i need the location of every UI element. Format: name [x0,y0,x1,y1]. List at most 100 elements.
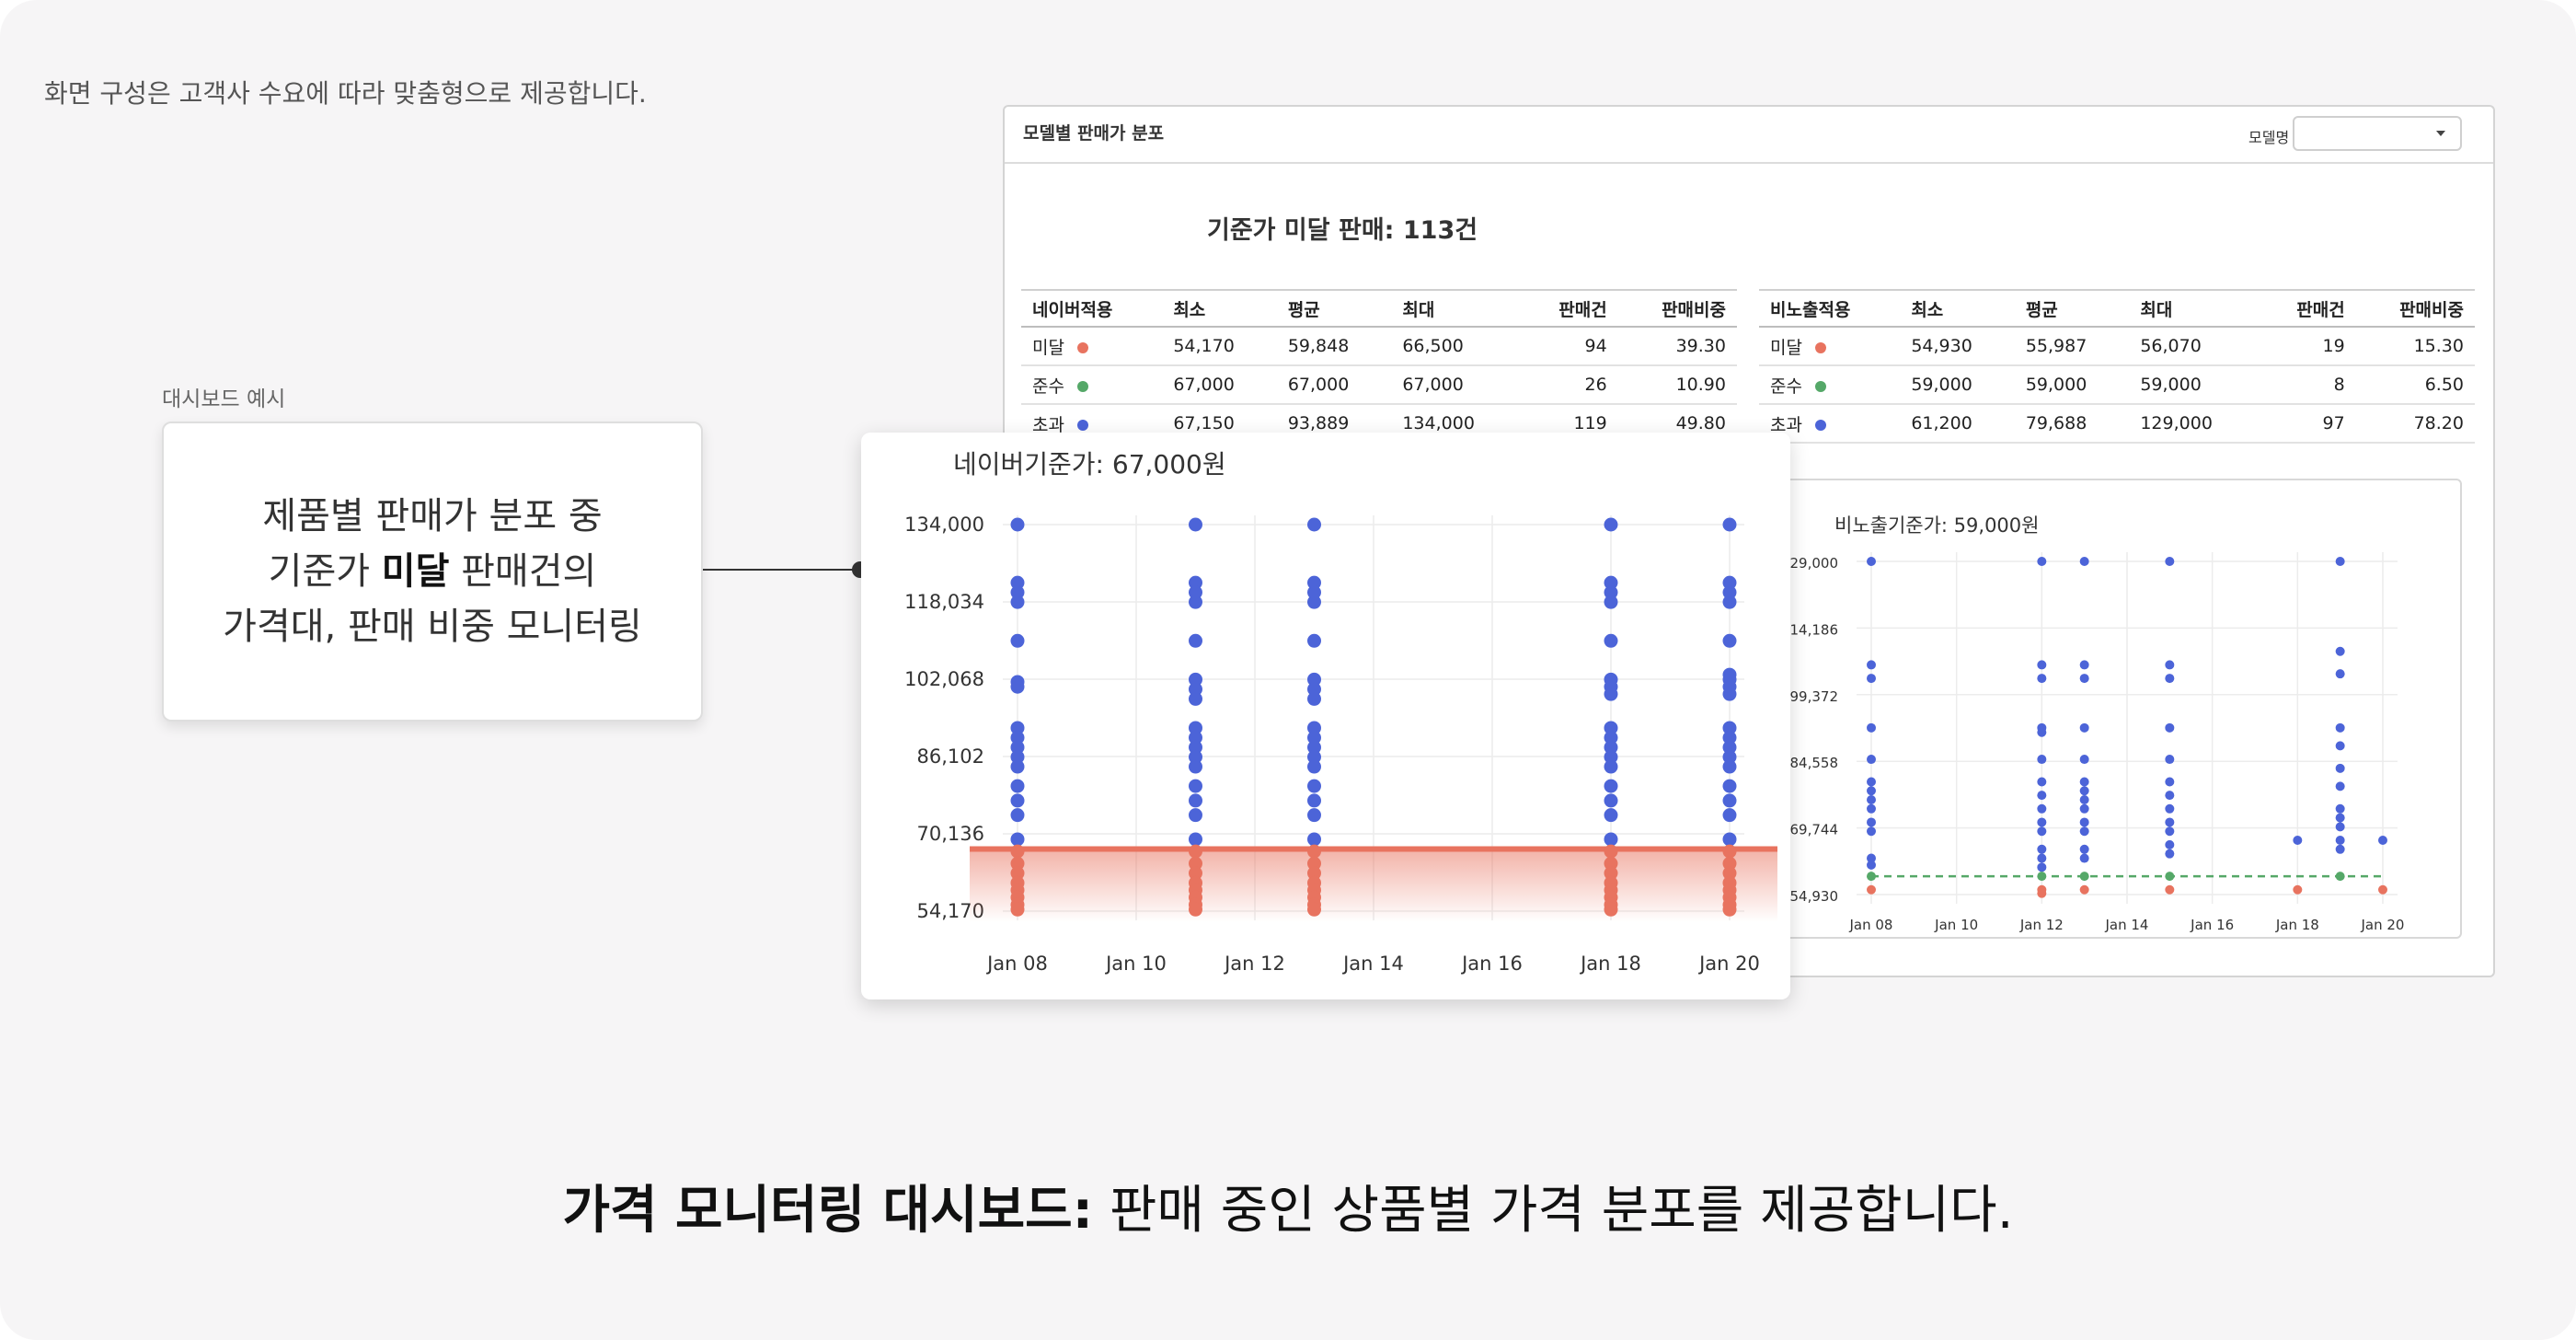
data-point [1189,691,1202,706]
top-note: 화면 구성은 고객사 수요에 따라 맞춤형으로 제공합니다. [44,78,647,109]
data-point [1722,844,1737,859]
data-point [1189,844,1202,859]
status-dot-icon [1814,342,1826,353]
cell-share: 78.20 [2355,404,2475,444]
cell-count: 8 [2259,365,2356,405]
col-share: 판매비중 [2355,289,2475,328]
data-point [2079,755,2089,765]
table-header-row: 비노출적용 최소 평균 최대 판매건 판매비중 [1759,289,2475,328]
col-label: 비노출적용 [1759,289,1901,328]
data-point [1867,817,1876,827]
data-point [1189,517,1202,532]
status-cell: 준수 [1021,365,1163,405]
data-point [2037,803,2047,814]
data-point [1189,793,1202,808]
status-label: 준수 [1770,375,1802,397]
naver-price-scatter-chart: 54,17070,13686,102102,068118,034134,000J… [904,449,1777,975]
data-point [1189,779,1202,793]
cell-max: 59,000 [2129,365,2260,405]
col-avg: 평균 [2014,289,2130,328]
data-point [2079,674,2089,684]
data-point [1867,786,1876,796]
status-dot-icon [1076,420,1088,431]
data-point [1010,595,1025,609]
data-point [2079,786,2089,796]
x-tick-label: Jan 08 [985,953,1048,975]
data-point [2037,817,2047,827]
status-dot-icon [1076,342,1088,353]
data-point [2079,844,2089,854]
data-point [2079,884,2089,895]
data-point [1307,517,1321,532]
data-point [1010,517,1025,532]
data-point [1604,832,1618,847]
data-point [1307,902,1321,917]
table-row: 미달 54,930 55,987 56,070 19 15.30 [1759,327,2475,366]
model-select[interactable] [2293,116,2462,151]
cell-count: 19 [2259,327,2356,366]
data-point [1010,779,1025,793]
data-point [1722,517,1737,532]
data-point [2037,674,2047,684]
data-point [2079,817,2089,827]
table-row: 초과 61,200 79,688 129,000 97 78.20 [1759,404,2475,444]
data-point [2335,763,2345,773]
data-point [2335,872,2345,882]
data-point [2037,755,2047,765]
headline: 가격 모니터링 대시보드: 판매 중인 상품별 가격 분포를 제공합니다. [0,1169,2576,1243]
data-point [2165,872,2175,882]
data-point [2079,803,2089,814]
y-tick-label: 134,000 [904,514,984,536]
data-point [1604,844,1618,859]
data-point [1010,902,1025,917]
cell-share: 15.30 [2355,327,2475,366]
data-point [1604,633,1618,648]
cell-count: 26 [1521,365,1618,405]
data-point [1722,687,1737,701]
x-tick-label: Jan 10 [1104,953,1167,975]
naver-price-chart-panel: 54,170 70,136 86,102 102,068 118,034 134,000 J… [861,433,1790,999]
data-point [2037,844,2047,854]
x-tick-label: Jan 18 [2275,917,2319,933]
data-point [1010,759,1025,774]
x-tick-label: Jan 18 [1579,953,1641,975]
status-label: 미달 [1032,337,1064,358]
data-point [2335,557,2345,566]
data-point [2293,836,2303,846]
y-tick-label: 70,136 [917,823,984,845]
data-point [2165,791,2175,801]
x-tick-label: Jan 16 [1460,953,1523,975]
data-point [1867,660,1876,670]
data-point [2165,557,2175,566]
data-point [1307,691,1321,706]
headline-rest: 판매 중인 상품별 가격 분포를 제공합니다. [1093,1181,2014,1241]
data-point [2293,884,2303,895]
data-point [2079,853,2089,863]
x-tick-label: Jan 16 [2190,917,2234,933]
cell-avg: 55,987 [2014,327,2130,366]
data-point [2378,884,2387,895]
data-point [1722,793,1737,808]
x-tick-label: Jan 10 [1934,917,1978,933]
data-point [2335,822,2345,832]
data-point [1189,759,1202,774]
data-point [2037,862,2047,872]
data-point [1307,633,1321,648]
y-tick-label: 102,068 [904,668,984,690]
data-point [2378,836,2387,846]
data-point [1722,902,1737,917]
data-point [1867,872,1876,882]
callout-line3: 가격대, 판매 비중 모니터링 [223,606,642,648]
data-point [1189,633,1202,648]
hidden-price-chart-panel: 54,930 69,744 84,558 99,372 114,186 129,000 Ja… [1777,479,2462,939]
data-point [2165,777,2175,787]
data-point [2335,741,2345,751]
data-point [1010,844,1025,859]
cell-avg: 59,848 [1276,327,1392,366]
data-point [1307,595,1321,609]
data-point [2037,888,2047,898]
cell-count: 94 [1521,327,1618,366]
cell-min: 67,000 [1162,365,1277,405]
data-point [2165,849,2175,859]
data-point [2079,777,2089,787]
